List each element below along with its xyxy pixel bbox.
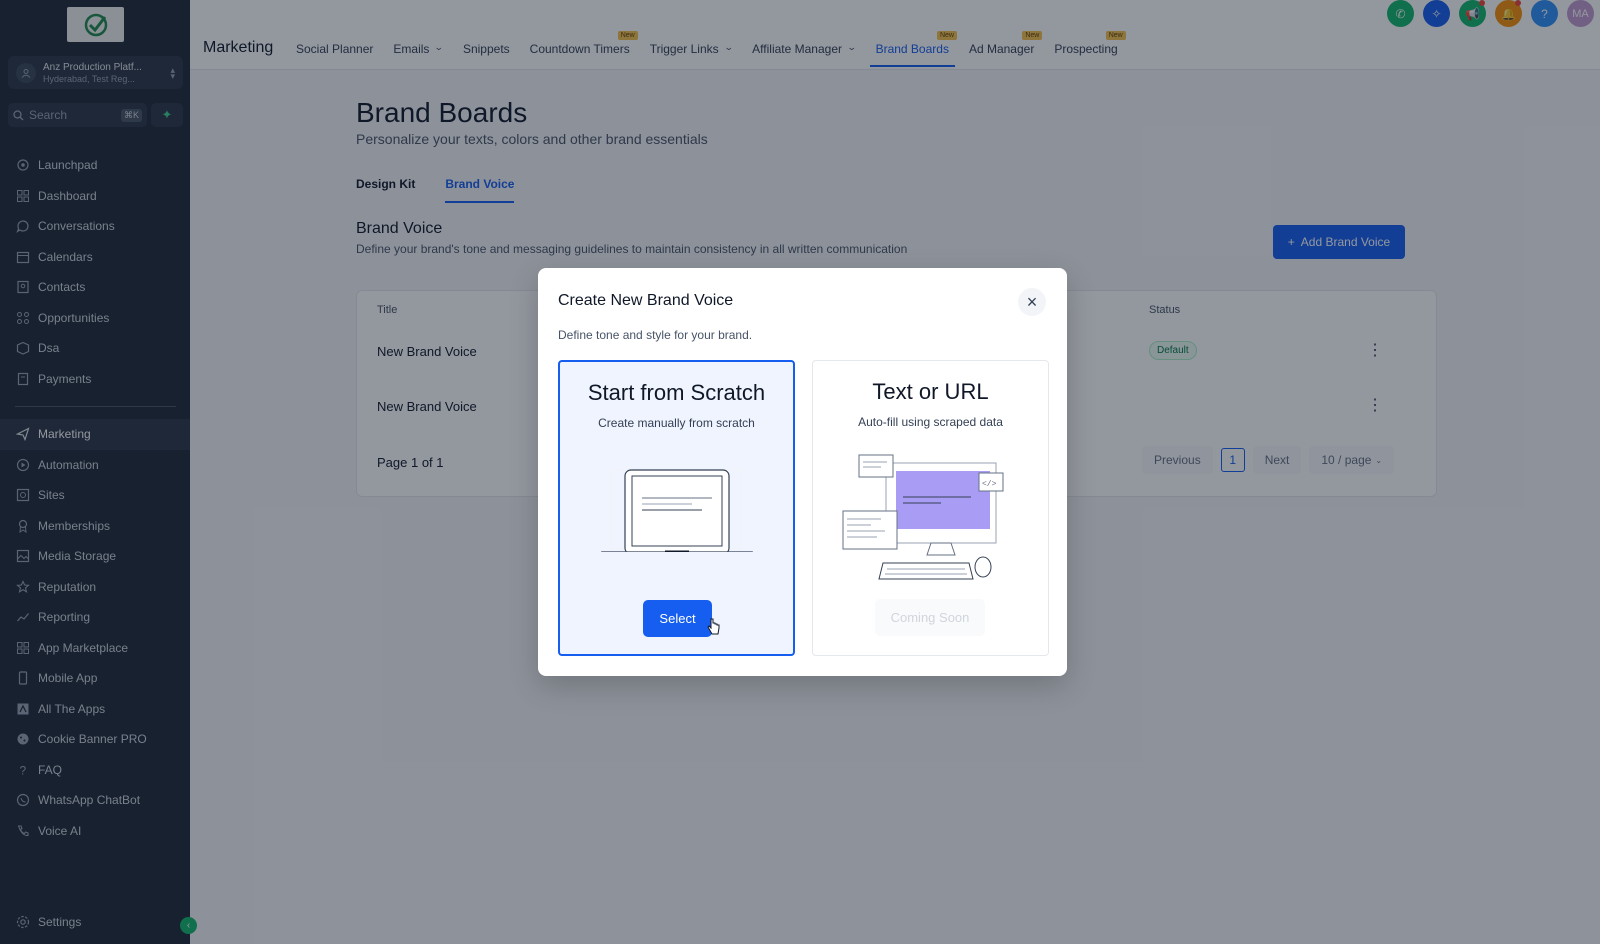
option-text-or-url: Text or URL Auto-fill using scraped data…	[812, 360, 1049, 656]
option-description: Create manually from scratch	[598, 416, 755, 430]
option-title: Text or URL	[872, 379, 989, 404]
modal-subtitle: Define tone and style for your brand.	[558, 328, 753, 342]
laptop-illustration-icon	[560, 452, 793, 552]
close-icon: ×	[1026, 291, 1038, 312]
create-brand-voice-modal: Create New Brand Voice × Define tone and…	[538, 268, 1067, 676]
select-button[interactable]: Select	[643, 600, 712, 637]
svg-text:</>: </>	[982, 480, 997, 489]
option-start-from-scratch[interactable]: Start from Scratch Create manually from …	[558, 360, 795, 656]
modal-backdrop[interactable]: Create New Brand Voice × Define tone and…	[0, 0, 1600, 944]
desktop-illustration-icon: </>	[813, 451, 1048, 591]
modal-title: Create New Brand Voice	[558, 292, 734, 309]
hand-cursor-icon	[707, 618, 720, 635]
option-description: Auto-fill using scraped data	[858, 415, 1003, 429]
coming-soon-button: Coming Soon	[875, 599, 985, 636]
close-button[interactable]: ×	[1018, 288, 1046, 316]
option-title: Start from Scratch	[587, 380, 766, 405]
